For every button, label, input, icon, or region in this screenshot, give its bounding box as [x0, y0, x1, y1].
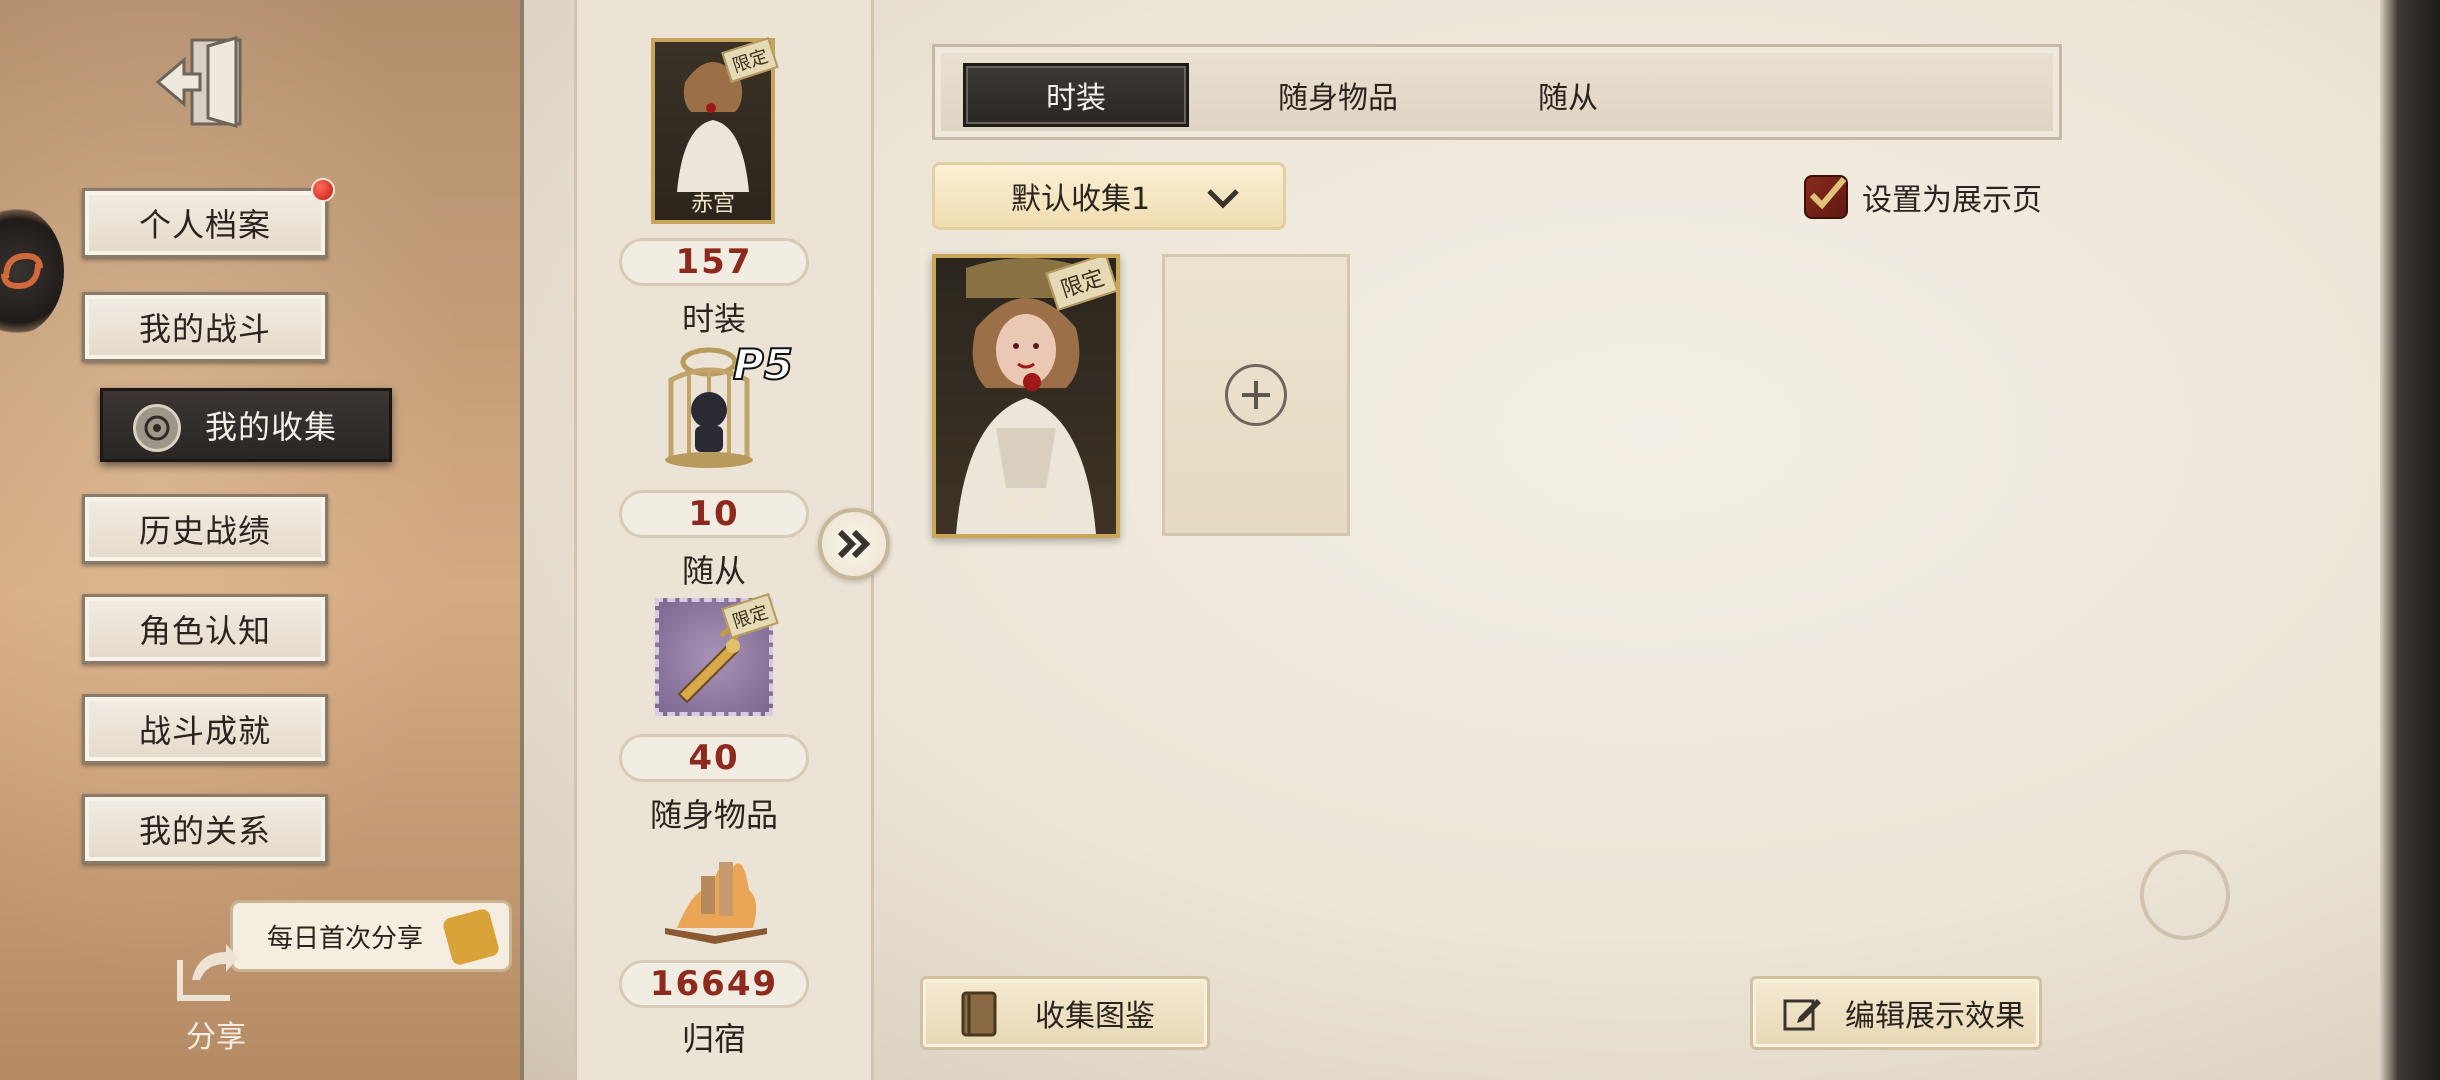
collection-guide-label: 收集图鉴 — [1035, 999, 1155, 1034]
share-icon[interactable] — [172, 940, 242, 1006]
showcase-label: 设置为展示页 — [1862, 183, 2042, 218]
home-label: 归宿 — [681, 1020, 746, 1058]
double-chevron-right-icon — [837, 529, 871, 559]
card-name: 赤宫 — [999, 491, 1052, 521]
edit-display-label: 编辑展示效果 — [1845, 999, 2025, 1034]
sidebar-item-label: 我的战斗 — [138, 310, 271, 348]
outfit-card[interactable]: 赤宫 限定 — [932, 254, 1120, 538]
tab-companions[interactable]: 随从 — [1455, 63, 1681, 127]
sidebar-item-character-knowledge[interactable]: 角色认知 — [82, 594, 328, 664]
sidebar-item-my-relations[interactable]: 我的关系 — [82, 794, 328, 864]
sidebar-item-history[interactable]: 历史战绩 — [82, 494, 328, 564]
expand-button[interactable] — [818, 508, 890, 580]
add-card-slot[interactable] — [1162, 254, 1350, 536]
outfit-count: 157 — [619, 238, 809, 286]
exit-door-icon — [155, 36, 242, 128]
item-count: 40 — [619, 734, 809, 782]
sidebar-item-label: 我的关系 — [138, 812, 271, 850]
collection-guide-button[interactable]: 收集图鉴 — [920, 976, 1210, 1050]
edit-pencil-icon — [1783, 999, 1821, 1031]
tab-accessories[interactable]: 随身物品 — [1225, 63, 1451, 127]
outfit-stat-thumbnail[interactable]: 赤宫 限定 — [651, 37, 779, 224]
category-tab-bar: 时装 随身物品 随从 — [932, 44, 2062, 140]
home-stat-thumbnail[interactable] — [657, 840, 775, 950]
chevron-down-icon — [1207, 189, 1239, 209]
corner-ornament — [2140, 850, 2230, 940]
item-label: 随身物品 — [649, 796, 778, 834]
book-icon — [961, 991, 997, 1037]
share-label: 分享 — [186, 1020, 246, 1055]
dropdown-selected-value: 默认收集1 — [1011, 182, 1151, 217]
companion-count: 10 — [619, 490, 809, 538]
right-shadow-edge — [2380, 0, 2440, 1080]
home-count: 16649 — [619, 960, 809, 1008]
collection-set-dropdown[interactable]: 默认收集1 — [932, 162, 1286, 230]
showcase-checkbox[interactable] — [1804, 175, 1848, 219]
daily-share-tooltip[interactable]: 每日首次分享 — [230, 900, 512, 972]
notification-badge — [311, 178, 335, 202]
swirl-icon — [1, 252, 43, 290]
sidebar-item-label: 个人档案 — [138, 206, 271, 244]
set-as-showcase-toggle[interactable]: 设置为展示页 — [1804, 172, 2042, 222]
sidebar-item-my-collection[interactable]: 我的收集 — [100, 388, 392, 462]
share-tip-text: 每日首次分享 — [267, 923, 424, 954]
plus-icon — [1225, 364, 1287, 426]
companion-label: 随从 — [681, 552, 746, 590]
sidebar-item-profile[interactable]: 个人档案 — [82, 188, 328, 258]
sidebar-item-label: 历史战绩 — [138, 512, 271, 550]
puzzle-piece-icon — [441, 907, 501, 967]
item-stat-thumbnail[interactable]: 限定 — [655, 593, 779, 716]
outfit-label: 时装 — [681, 300, 746, 338]
exit-button[interactable] — [152, 28, 252, 136]
sidebar-item-label: 角色认知 — [138, 612, 271, 650]
companion-stat-thumbnail[interactable]: P5 — [649, 339, 794, 480]
sidebar-item-label: 我的收集 — [205, 408, 338, 446]
tab-outfit[interactable]: 时装 — [963, 63, 1189, 127]
checkmark-icon — [1809, 177, 1847, 210]
thumb-name: 赤宫 — [690, 192, 735, 217]
burning-book-icon — [665, 862, 767, 944]
sidebar-item-battle-achievements[interactable]: 战斗成就 — [82, 694, 328, 764]
persona-badge: P5 — [732, 339, 794, 390]
collection-emblem-icon — [133, 404, 181, 452]
sidebar-item-label: 战斗成就 — [138, 712, 271, 750]
edit-display-button[interactable]: 编辑展示效果 — [1750, 976, 2042, 1050]
limited-tag: 限定 — [721, 593, 779, 639]
sidebar-item-my-battle[interactable]: 我的战斗 — [82, 292, 328, 362]
